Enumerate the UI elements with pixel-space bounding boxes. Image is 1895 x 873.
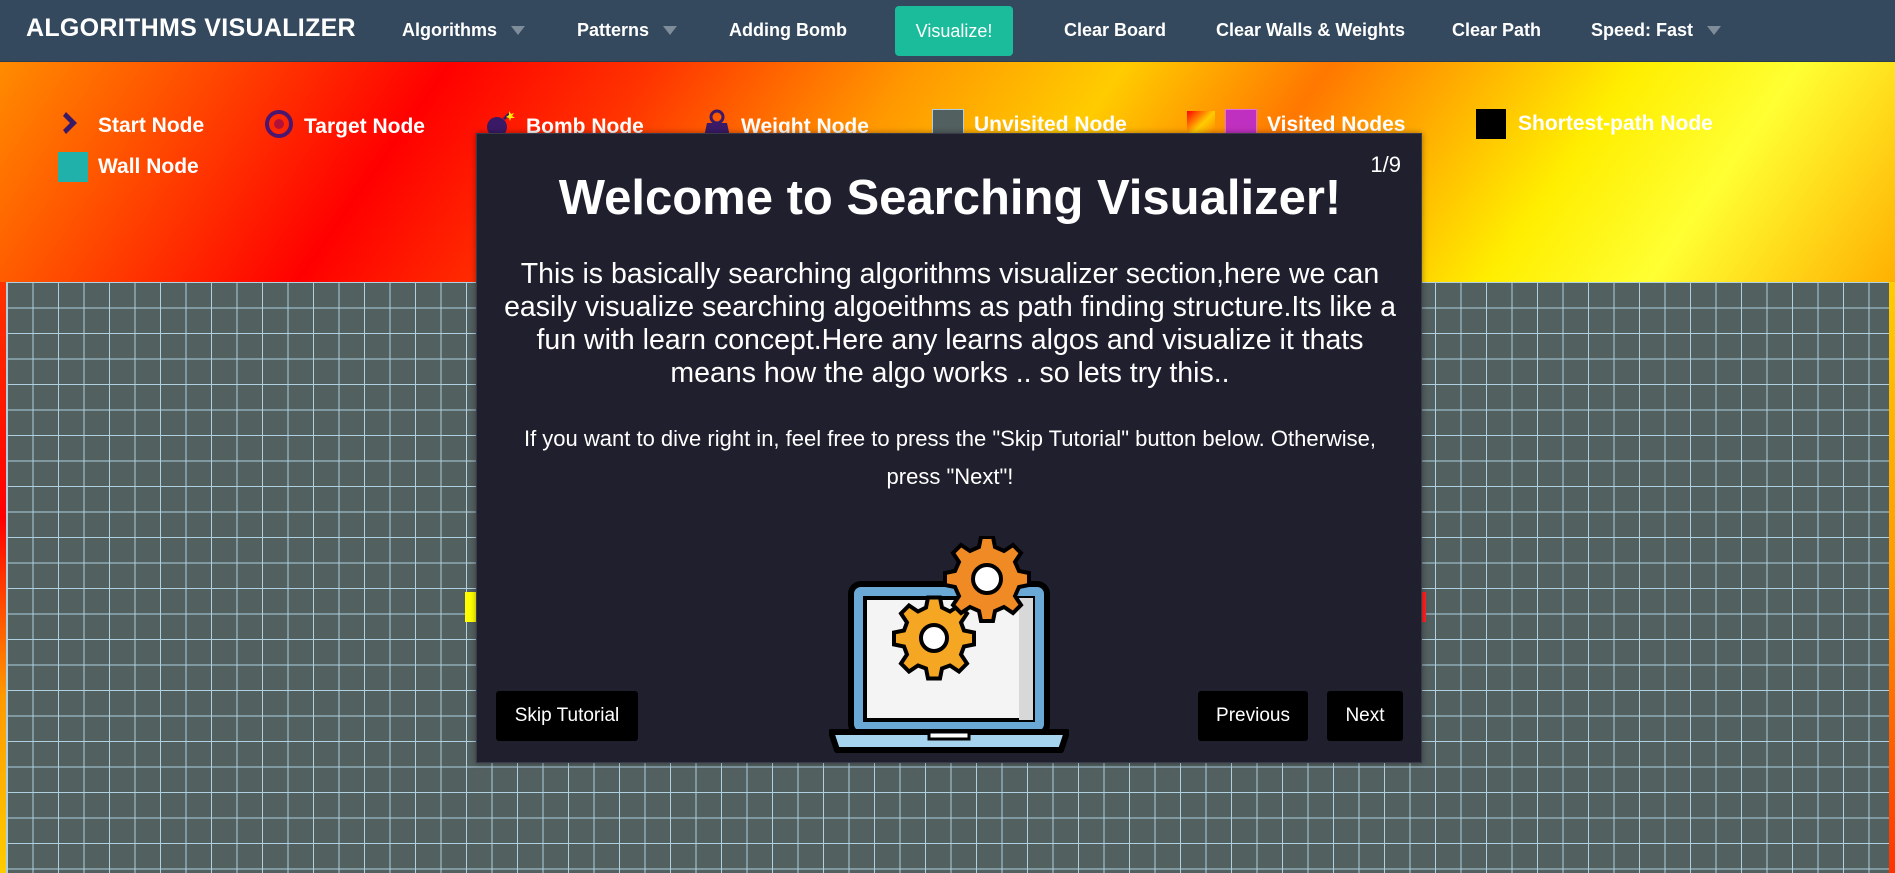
tutorial-instructions: If you want to dive right in, feel free … bbox=[523, 426, 1377, 489]
legend-start-node: Start Node bbox=[60, 109, 204, 143]
clear-board-button[interactable]: Clear Board bbox=[1064, 20, 1166, 41]
previous-button[interactable]: Previous bbox=[1198, 691, 1308, 741]
next-button[interactable]: Next bbox=[1327, 691, 1403, 741]
visualize-button[interactable]: Visualize! bbox=[895, 6, 1013, 56]
wall-swatch bbox=[58, 152, 88, 182]
speed-label: Speed: Fast bbox=[1591, 20, 1694, 40]
clear-walls-weights-button[interactable]: Clear Walls & Weights bbox=[1216, 20, 1405, 41]
speed-dropdown[interactable]: Speed: Fast bbox=[1591, 20, 1722, 41]
navbar: ALGORITHMS VISUALIZER Algorithms Pattern… bbox=[0, 0, 1895, 62]
algorithms-label: Algorithms bbox=[402, 20, 498, 40]
chevron-down-icon bbox=[663, 25, 678, 35]
target-icon bbox=[264, 109, 294, 145]
skip-tutorial-button[interactable]: Skip Tutorial bbox=[496, 691, 638, 741]
tutorial-title: Welcome to Searching Visualizer! bbox=[558, 171, 1342, 225]
grid-right-edge bbox=[1889, 282, 1895, 873]
chevron-down-icon bbox=[1707, 25, 1722, 35]
legend-target-node: Target Node bbox=[264, 109, 425, 145]
chevron-right-icon bbox=[60, 109, 88, 143]
tutorial-body: This is basically searching algorithms v… bbox=[504, 258, 1396, 389]
tutorial-modal: 1/9 Welcome to Searching Visualizer! Thi… bbox=[476, 133, 1422, 763]
laptop-gears-icon bbox=[828, 535, 1070, 758]
patterns-dropdown[interactable]: Patterns bbox=[577, 20, 678, 41]
shortest-path-swatch bbox=[1476, 109, 1506, 139]
brand-title[interactable]: ALGORITHMS VISUALIZER bbox=[26, 14, 356, 43]
patterns-label: Patterns bbox=[577, 20, 650, 40]
adding-bomb-button[interactable]: Adding Bomb bbox=[729, 20, 847, 41]
legend-shortest-path-node: Shortest-path Node bbox=[1476, 109, 1713, 139]
legend-wall-node: Wall Node bbox=[58, 152, 199, 182]
chevron-down-icon bbox=[511, 25, 526, 35]
algorithms-dropdown[interactable]: Algorithms bbox=[402, 20, 526, 41]
clear-path-button[interactable]: Clear Path bbox=[1452, 20, 1541, 41]
